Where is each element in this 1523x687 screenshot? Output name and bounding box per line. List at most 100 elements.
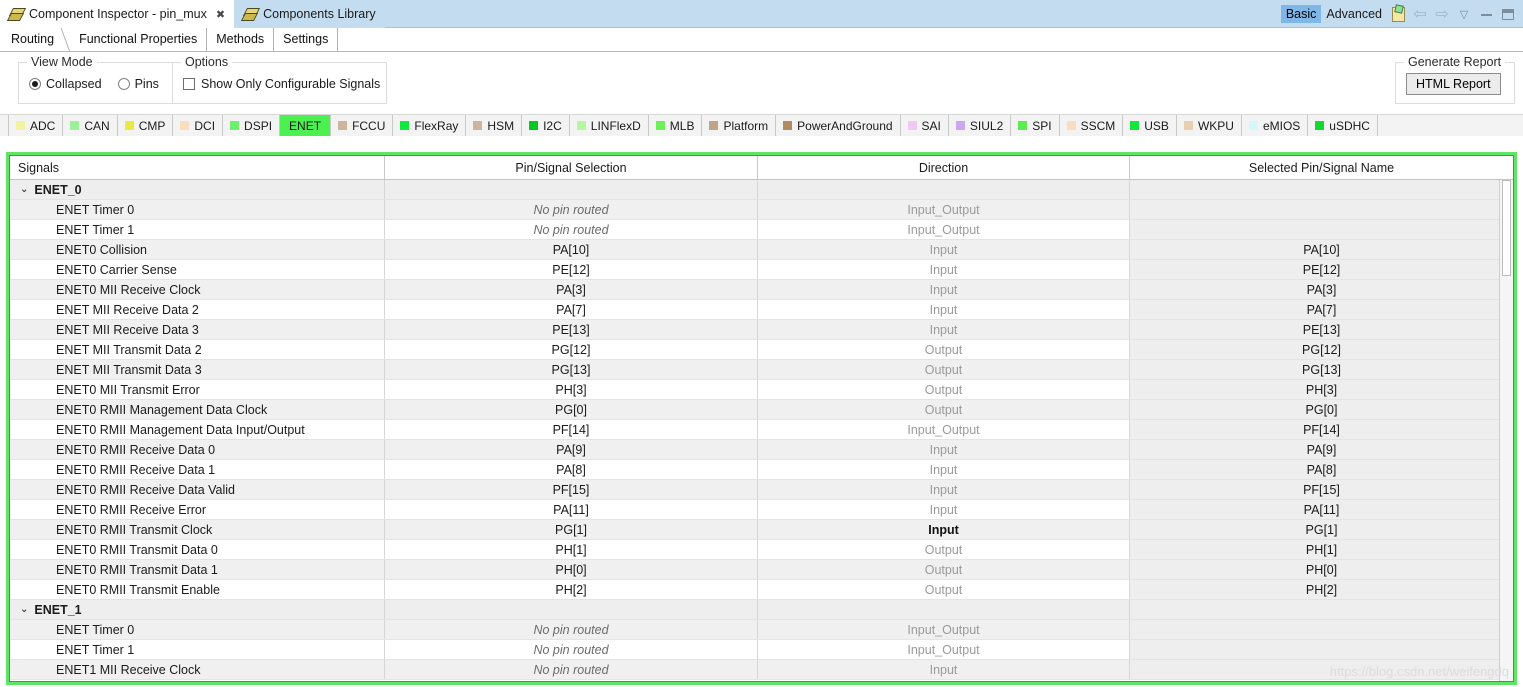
cell-direction[interactable]: Input (758, 660, 1130, 679)
arrow-left-icon[interactable]: ⇦ (1409, 3, 1431, 25)
peripheral-tab-sai[interactable]: SAI (901, 115, 949, 136)
table-row[interactable]: ENET0 RMII Receive Data Valid PF[15] Input… (10, 480, 1513, 500)
peripheral-tab-wkpu[interactable]: WKPU (1177, 115, 1242, 136)
cell-direction[interactable]: Input (758, 440, 1130, 459)
cell-pin-signal-selection[interactable]: No pin routed (385, 200, 758, 219)
table-row[interactable]: ENET0 RMII Receive Error PA[11] Input PA[11… (10, 500, 1513, 520)
cell-pin-signal-selection[interactable]: PH[1] (385, 540, 758, 559)
peripheral-tab-flexray[interactable]: FlexRay (393, 115, 467, 136)
cell-pin-signal-selection[interactable]: No pin routed (385, 640, 758, 659)
cell-pin-signal-selection[interactable]: PA[8] (385, 460, 758, 479)
table-row[interactable]: ENET0 RMII Transmit Enable PH[2] Output PH[… (10, 580, 1513, 600)
table-row[interactable]: ENET MII Receive Data 3 PE[13] Input PE[13] (10, 320, 1513, 340)
cell-pin-signal-selection[interactable]: PA[9] (385, 440, 758, 459)
table-row[interactable]: ENET MII Transmit Data 3 PG[13] Output PG[1… (10, 360, 1513, 380)
peripheral-tab-dci[interactable]: DCI (173, 115, 224, 136)
chevron-down-icon[interactable]: ⌄ (20, 184, 28, 195)
peripheral-tab-usdhc[interactable]: uSDHC (1308, 115, 1378, 136)
peripheral-tab-can[interactable]: CAN (63, 115, 118, 136)
cell-direction[interactable]: Input_Output (758, 620, 1130, 639)
cell-direction[interactable]: Output (758, 560, 1130, 579)
peripheral-tab-adc[interactable]: ADC (8, 115, 64, 136)
cell-direction[interactable]: Input (758, 520, 1130, 539)
html-report-button[interactable]: HTML Report (1406, 73, 1501, 95)
cell-direction[interactable]: Input_Output (758, 420, 1130, 439)
cell-direction[interactable]: Input_Output (758, 200, 1130, 219)
cell-pin-signal-selection[interactable]: PH[0] (385, 560, 758, 579)
peripheral-tab-cmp[interactable]: CMP (118, 115, 174, 136)
peripheral-tab-linflexd[interactable]: LINFlexD (570, 115, 649, 136)
cell-direction[interactable]: Input (758, 480, 1130, 499)
peripheral-tab-fccu[interactable]: FCCU (331, 115, 394, 136)
cell-pin-signal-selection[interactable]: PG[1] (385, 520, 758, 539)
cell-pin-signal-selection[interactable]: PF[14] (385, 420, 758, 439)
vertical-scrollbar[interactable] (1499, 180, 1513, 681)
table-group-row[interactable]: ⌄ ENET_1 (10, 600, 1513, 620)
peripheral-tab-siul2[interactable]: SIUL2 (949, 115, 1012, 136)
table-row[interactable]: ENET Timer 1 No pin routed Input_Output (10, 220, 1513, 240)
cell-direction[interactable] (758, 180, 1130, 199)
cell-direction[interactable]: Input (758, 500, 1130, 519)
table-row[interactable]: ENET0 RMII Receive Data 0 PA[9] Input PA[9] (10, 440, 1513, 460)
peripheral-tab-i2c[interactable]: I2C (522, 115, 570, 136)
cell-pin-signal-selection[interactable]: PA[10] (385, 240, 758, 259)
radio-pins[interactable]: Pins (117, 77, 159, 91)
peripheral-tab-sscm[interactable]: SSCM (1060, 115, 1124, 136)
cell-pin-signal-selection[interactable]: No pin routed (385, 220, 758, 239)
cell-pin-signal-selection[interactable]: PE[12] (385, 260, 758, 279)
table-row[interactable]: ENET0 RMII Receive Data 1 PA[8] Input PA[8] (10, 460, 1513, 480)
chevron-down-icon[interactable]: ⌄ (20, 604, 28, 615)
cell-pin-signal-selection[interactable]: PE[13] (385, 320, 758, 339)
tab-routing[interactable]: Routing (2, 28, 71, 51)
cell-pin-signal-selection[interactable]: PF[15] (385, 480, 758, 499)
cell-direction[interactable] (758, 600, 1130, 619)
tab-methods[interactable]: Methods (207, 28, 275, 51)
cell-direction[interactable]: Output (758, 400, 1130, 419)
cell-direction[interactable]: Input (758, 300, 1130, 319)
tab-settings[interactable]: Settings (274, 28, 339, 51)
note-icon[interactable] (1387, 3, 1409, 25)
cell-direction[interactable]: Output (758, 360, 1130, 379)
table-row[interactable]: ENET1 MII Receive Clock No pin routed Inpu… (10, 660, 1513, 680)
mode-advanced-button[interactable]: Advanced (1321, 5, 1387, 23)
table-row[interactable]: ENET Timer 0 No pin routed Input_Output (10, 620, 1513, 640)
chevron-down-icon[interactable]: ▽ (1453, 3, 1475, 25)
table-row[interactable]: ENET MII Transmit Data 2 PG[12] Output PG[1… (10, 340, 1513, 360)
table-row[interactable]: ENET0 RMII Management Data Clock PG[0] Out… (10, 400, 1513, 420)
column-header-direction[interactable]: Direction (758, 156, 1130, 179)
peripheral-tab-hsm[interactable]: HSM (466, 115, 523, 136)
cell-direction[interactable]: Output (758, 380, 1130, 399)
checkbox-show-only-configurable-signals[interactable]: Show Only Configurable Signals (183, 77, 380, 91)
table-row[interactable]: ENET Timer 0 No pin routed Input_Output (10, 200, 1513, 220)
table-row[interactable]: ENET0 RMII Transmit Clock PG[1] Input PG[1] (10, 520, 1513, 540)
cell-pin-signal-selection[interactable]: PG[13] (385, 360, 758, 379)
cell-direction[interactable]: Output (758, 540, 1130, 559)
table-row[interactable]: ENET0 Carrier Sense PE[12] Input PE[12] (10, 260, 1513, 280)
cell-direction[interactable]: Input_Output (758, 220, 1130, 239)
cell-pin-signal-selection[interactable]: PG[12] (385, 340, 758, 359)
cell-pin-signal-selection[interactable]: No pin routed (385, 660, 758, 679)
peripheral-tab-enet[interactable]: ENET (280, 115, 332, 136)
editor-tab-components-library[interactable]: Components Library (234, 0, 385, 28)
cell-direction[interactable]: Input_Output (758, 640, 1130, 659)
peripheral-tab-powerandground[interactable]: PowerAndGround (776, 115, 901, 136)
cell-pin-signal-selection[interactable]: No pin routed (385, 620, 758, 639)
minimize-icon[interactable] (1475, 3, 1497, 25)
cell-pin-signal-selection[interactable]: PG[0] (385, 400, 758, 419)
scrollbar-thumb[interactable] (1502, 180, 1511, 276)
table-row[interactable]: ENET0 RMII Transmit Data 1 PH[0] Output PH[… (10, 560, 1513, 580)
editor-tab-component-inspector[interactable]: Component Inspector - pin_mux ✖ (0, 0, 235, 28)
cell-pin-signal-selection[interactable]: PH[2] (385, 580, 758, 599)
cell-direction[interactable]: Output (758, 340, 1130, 359)
peripheral-tab-platform[interactable]: Platform (702, 115, 777, 136)
table-row[interactable]: ENET0 Collision PA[10] Input PA[10] (10, 240, 1513, 260)
arrow-right-icon[interactable]: ⇨ (1431, 3, 1453, 25)
peripheral-tab-emios[interactable]: eMIOS (1242, 115, 1309, 136)
radio-collapsed[interactable]: Collapsed (29, 77, 102, 91)
close-icon[interactable]: ✖ (216, 8, 225, 21)
column-header-selected-pin-signal-name[interactable]: Selected Pin/Signal Name (1130, 156, 1513, 179)
table-row[interactable]: ENET Timer 1 No pin routed Input_Output (10, 640, 1513, 660)
table-row[interactable]: ENET0 RMII Transmit Data 0 PH[1] Output PH[… (10, 540, 1513, 560)
cell-pin-signal-selection[interactable]: PH[3] (385, 380, 758, 399)
cell-direction[interactable]: Input (758, 280, 1130, 299)
